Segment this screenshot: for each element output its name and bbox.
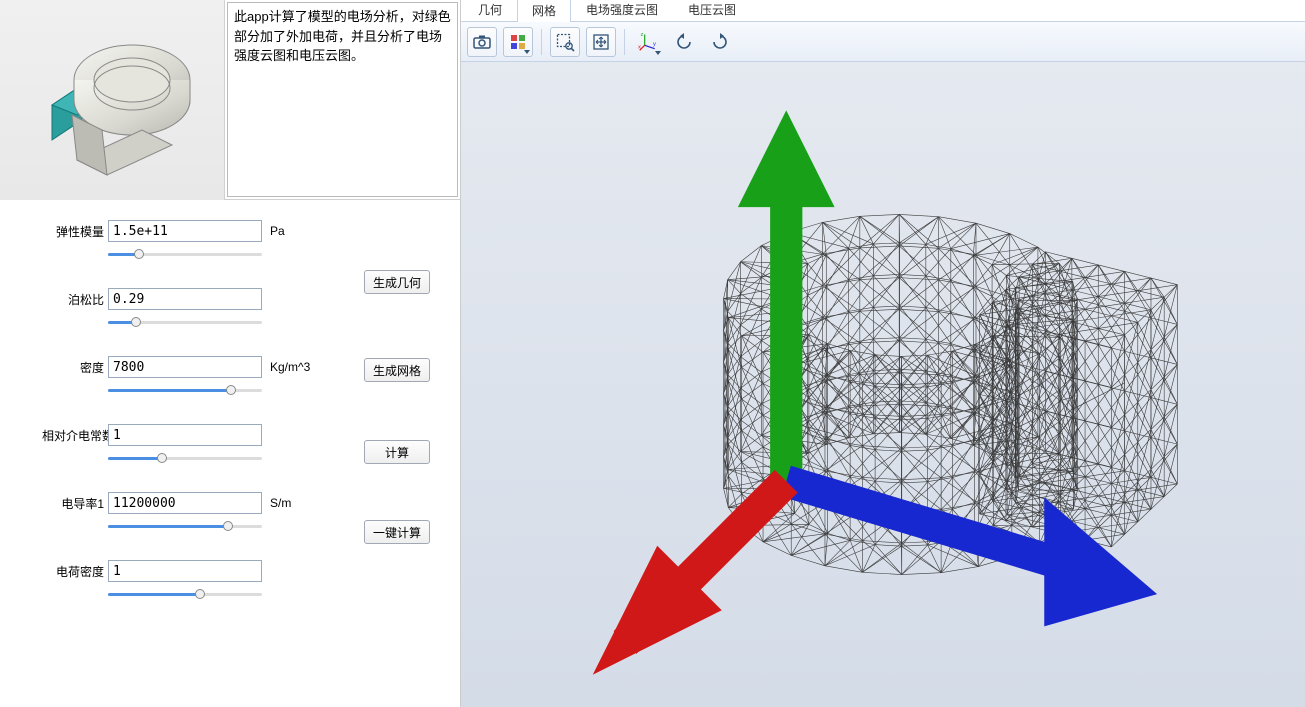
graphics-toolbar: z y x [461, 22, 1305, 62]
zoom-extents-icon [591, 32, 611, 52]
view-triad-icon [461, 62, 1305, 707]
param-permittivity-label: 相对介电常数 [42, 427, 108, 444]
param-conductivity-input[interactable] [108, 492, 262, 514]
param-permittivity-input[interactable] [108, 424, 262, 446]
param-density-unit: Kg/m^3 [262, 360, 310, 374]
param-charge-label: 电荷密度 [42, 563, 108, 580]
tab-geometry[interactable]: 几何 [463, 0, 517, 21]
param-poisson-slider-row [12, 316, 448, 328]
description-text: 此app计算了模型的电场分析，对绿色部分加了外加电荷，并且分析了电场强度云图和电… [234, 9, 451, 63]
tab-efield[interactable]: 电场强度云图 [571, 0, 673, 21]
camera-icon [472, 32, 492, 52]
param-elastic-input[interactable] [108, 220, 262, 242]
left-panel: 此app计算了模型的电场分析，对绿色部分加了外加电荷，并且分析了电场强度云图和电… [0, 0, 460, 707]
description-box: 此app计算了模型的电场分析，对绿色部分加了外加电荷，并且分析了电场强度云图和电… [227, 2, 458, 197]
tab-voltage[interactable]: 电压云图 [673, 0, 751, 21]
rotate-ccw-button[interactable] [669, 27, 699, 57]
axes-triad-button[interactable]: z y x [633, 27, 663, 57]
generate-mesh-button[interactable]: 生成网格 [364, 358, 430, 382]
screenshot-button[interactable] [467, 27, 497, 57]
graphics-panel: 几何 网格 电场强度云图 电压云图 z y x [460, 0, 1305, 707]
one-click-compute-button[interactable]: 一键计算 [364, 520, 430, 544]
param-charge-slider-row [12, 588, 448, 600]
param-elastic-slider-row [12, 248, 448, 260]
generate-geometry-button[interactable]: 生成几何 [364, 270, 430, 294]
param-conductivity: 电导率1 S/m [12, 492, 448, 514]
param-density-slider-row [12, 384, 448, 396]
dropdown-caret-icon [655, 51, 661, 55]
param-elastic-unit: Pa [262, 224, 285, 238]
model-thumbnail [0, 0, 225, 200]
param-charge-input[interactable] [108, 560, 262, 582]
param-charge-slider[interactable] [108, 588, 262, 600]
tab-mesh[interactable]: 网格 [517, 0, 571, 22]
rotate-ccw-icon [674, 32, 694, 52]
param-poisson-input[interactable] [108, 288, 262, 310]
param-elastic: 弹性模量 Pa [12, 220, 448, 242]
zoom-box-button[interactable] [550, 27, 580, 57]
toolbar-separator [541, 29, 542, 55]
graphics-canvas[interactable] [461, 62, 1305, 707]
param-density-slider[interactable] [108, 384, 262, 396]
rotate-cw-button[interactable] [705, 27, 735, 57]
svg-text:y: y [653, 41, 656, 47]
param-permittivity-slider[interactable] [108, 452, 262, 464]
dropdown-caret-icon [524, 50, 530, 54]
param-elastic-slider[interactable] [108, 248, 262, 260]
svg-text:z: z [641, 32, 644, 38]
param-poisson-slider[interactable] [108, 316, 262, 328]
view-tabbar: 几何 网格 电场强度云图 电压云图 [461, 0, 1305, 22]
param-conductivity-slider[interactable] [108, 520, 262, 532]
zoom-extents-button[interactable] [586, 27, 616, 57]
thumbnail-svg [12, 10, 212, 190]
param-conductivity-label: 电导率1 [42, 495, 108, 512]
zoom-box-icon [555, 32, 575, 52]
toolbar-separator [624, 29, 625, 55]
axes-icon: z y x [638, 32, 658, 52]
top-row: 此app计算了模型的电场分析，对绿色部分加了外加电荷，并且分析了电场强度云图和电… [0, 0, 460, 200]
param-density-input[interactable] [108, 356, 262, 378]
param-charge: 电荷密度 [12, 560, 448, 582]
param-conductivity-unit: S/m [262, 496, 291, 510]
parameters-area: 弹性模量 Pa 泊松比 密度 [0, 200, 460, 707]
compute-button[interactable]: 计算 [364, 440, 430, 464]
layers-icon [508, 32, 528, 52]
param-density-label: 密度 [42, 359, 108, 376]
layers-button[interactable] [503, 27, 533, 57]
param-elastic-label: 弹性模量 [42, 223, 108, 240]
svg-text:x: x [638, 44, 641, 50]
param-poisson-label: 泊松比 [42, 291, 108, 308]
rotate-cw-icon [710, 32, 730, 52]
